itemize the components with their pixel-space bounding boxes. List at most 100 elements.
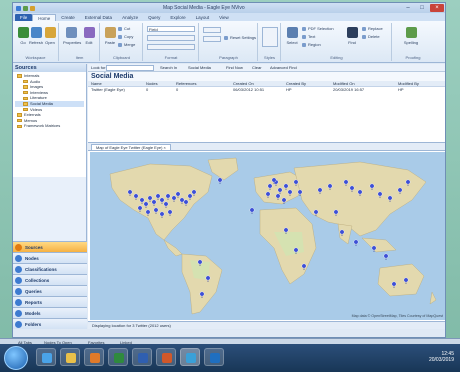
group-clipboard: Paste Cut Copy Merge Clipboard	[101, 23, 143, 61]
tab-create[interactable]: Create	[56, 14, 80, 21]
tab-analyze[interactable]: Analyze	[117, 14, 143, 21]
taskbar-outlook[interactable]	[204, 348, 224, 366]
taskbar-powerpoint[interactable]	[156, 348, 176, 366]
nav-label: Collections	[25, 278, 50, 283]
align-buttons[interactable]	[203, 36, 221, 42]
map-view[interactable]: Map data © OpenStreetMap, Tiles Courtesy…	[90, 152, 445, 320]
delete-button[interactable]: Delete	[362, 34, 380, 40]
models-icon	[15, 310, 22, 317]
queries-icon	[15, 288, 22, 295]
region-button[interactable]: Region	[302, 42, 321, 48]
nav-folders[interactable]: Folders	[13, 318, 87, 329]
taskbar-explorer[interactable]	[60, 348, 80, 366]
window-title: Map Social Media - Eagle Eye NVivo	[163, 5, 245, 11]
group-proofing: Spelling Proofing	[393, 23, 433, 61]
merge-button[interactable]: Merge	[118, 42, 135, 48]
desktop: { "window": {"title": "Map Social Media …	[0, 0, 460, 372]
tab-file[interactable]: File	[15, 14, 33, 21]
find-now-button[interactable]: Find Now	[226, 65, 243, 71]
open-button[interactable]: Open	[42, 27, 58, 53]
reset-settings-button[interactable]: Reset Settings	[224, 35, 256, 41]
minimize-button[interactable]: –	[401, 4, 415, 12]
pdf-selection-button[interactable]: PDF Selection	[302, 26, 334, 32]
paste-button[interactable]: Paste	[102, 27, 118, 53]
nav-queries[interactable]: Queries	[13, 285, 87, 296]
cut-button[interactable]: Cut	[118, 26, 130, 32]
media-icon	[90, 353, 100, 363]
text-button[interactable]: Text	[302, 34, 315, 40]
tree-item-label: Audio	[30, 78, 41, 84]
taskbar-media[interactable]	[84, 348, 104, 366]
taskbar-nvivo[interactable]	[180, 348, 200, 366]
world-map[interactable]: Map data © OpenStreetMap, Tiles Courtesy…	[90, 152, 445, 320]
tab-external-data[interactable]: External Data	[80, 14, 117, 21]
group-label: Item	[75, 55, 84, 60]
tab-explore[interactable]: Explore	[165, 14, 190, 21]
folder-icon	[17, 118, 22, 123]
replace-button[interactable]: Replace	[362, 26, 383, 32]
reports-icon	[15, 299, 22, 306]
title-bar: Map Social Media - Eagle Eye NVivo – □ ×	[13, 3, 445, 13]
group-label: Styles	[264, 55, 275, 60]
maximize-button[interactable]: □	[415, 4, 429, 12]
properties-button[interactable]: Properties	[63, 27, 81, 53]
tree-item-label: Images	[30, 84, 44, 90]
collections-icon	[15, 277, 22, 284]
taskbar-word[interactable]	[132, 348, 152, 366]
find-button[interactable]: Find	[344, 27, 360, 53]
map-tab-label: Map of Eagle Eye Twitter (Eagle Eye)	[96, 145, 163, 150]
search-in-label[interactable]: Search In	[160, 65, 177, 71]
search-scope[interactable]: Social Media	[188, 65, 211, 71]
look-for-input[interactable]	[106, 65, 154, 71]
spelling-button[interactable]: Spelling	[403, 27, 419, 53]
properties-icon	[65, 27, 77, 38]
tree-item-label: Framework Matrices	[24, 123, 61, 129]
cell-references: 0	[176, 87, 179, 92]
list-buttons[interactable]	[203, 27, 221, 33]
nav-models[interactable]: Models	[13, 307, 87, 318]
undo-icon[interactable]	[30, 5, 35, 11]
clock[interactable]: 12:45 20/03/2019	[429, 351, 454, 363]
tab-layout[interactable]: Layout	[191, 14, 215, 21]
tree-item[interactable]: Framework Matrices	[15, 123, 84, 129]
folder-icon	[17, 113, 22, 117]
clear-button[interactable]: Clear	[252, 65, 262, 71]
map-tab-strip: Map of Eagle Eye Twitter (Eagle Eye) ×	[88, 142, 445, 151]
nav-classifications[interactable]: Classifications	[13, 263, 87, 274]
table-row[interactable]: Twitter (Eagle Eye) 0 0 06/03/2012 10:51…	[88, 87, 445, 93]
save-icon[interactable]	[23, 5, 28, 11]
start-button[interactable]	[4, 346, 28, 370]
close-button[interactable]: ×	[430, 4, 444, 12]
nav-label: Nodes	[25, 256, 39, 261]
map-status-bar: Displaying location for 3 Twitter (2012 …	[88, 321, 445, 329]
nav-sources[interactable]: Sources	[13, 241, 87, 252]
copy-button[interactable]: Copy	[118, 34, 133, 40]
nav-nodes[interactable]: Nodes	[13, 252, 87, 263]
group-editing: Select PDF Selection Text Region Find Re…	[282, 23, 392, 61]
nav-collections[interactable]: Collections	[13, 274, 87, 285]
tab-query[interactable]: Query	[143, 14, 165, 21]
powerpoint-icon	[162, 353, 172, 363]
application-window: Map Social Media - Eagle Eye NVivo – □ ×…	[12, 2, 446, 338]
edit-button[interactable]: Edit	[81, 27, 97, 53]
nav-reports[interactable]: Reports	[13, 296, 87, 307]
format-style-bar[interactable]	[147, 35, 195, 41]
styles-gallery[interactable]	[262, 27, 278, 47]
sources-icon	[15, 244, 22, 251]
folder-icon	[23, 85, 28, 89]
taskbar-excel[interactable]	[108, 348, 128, 366]
font-field[interactable]: Field	[147, 26, 195, 32]
tab-view[interactable]: View	[214, 14, 234, 21]
spelling-icon	[405, 27, 417, 38]
nav-label: Queries	[25, 289, 42, 294]
main-pane: Look for: Search In Social Media Find No…	[88, 64, 445, 329]
advanced-find-button[interactable]: Advanced Find	[270, 65, 297, 71]
map-tab[interactable]: Map of Eagle Eye Twitter (Eagle Eye) ×	[91, 144, 171, 151]
classifications-icon	[15, 266, 22, 273]
select-button[interactable]: Select	[284, 27, 300, 53]
format-align-bar[interactable]	[147, 44, 195, 50]
taskbar-ie[interactable]	[36, 348, 56, 366]
cursor-icon	[286, 27, 298, 38]
folder-icon	[17, 124, 22, 129]
tab-home[interactable]: Home	[32, 14, 57, 21]
